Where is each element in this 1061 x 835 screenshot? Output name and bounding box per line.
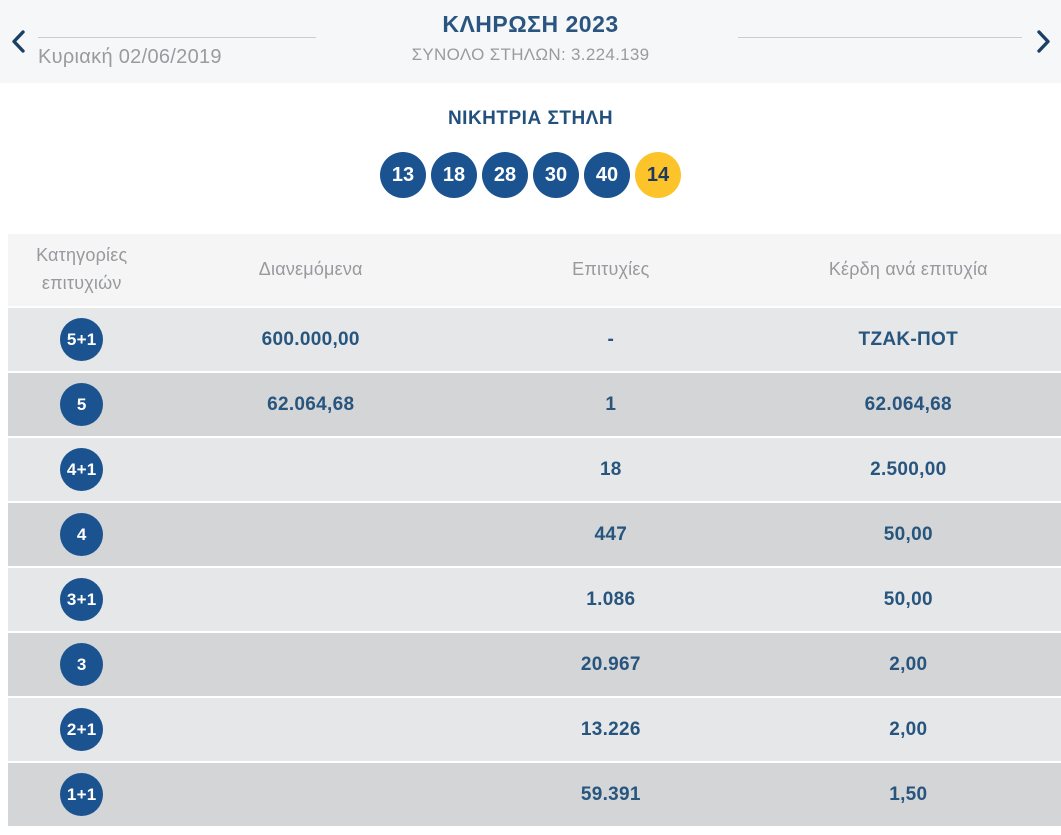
category-badge: 5 [60, 383, 104, 426]
winners-cell: 447 [466, 503, 756, 566]
joker-number-ball: 14 [635, 152, 681, 198]
next-draw-button[interactable] [1030, 27, 1056, 55]
category-badge: 4 [60, 513, 104, 556]
category-badge: 2+1 [60, 708, 104, 751]
winners-cell: 13.226 [466, 698, 756, 761]
winners-cell: 1 [466, 373, 756, 436]
winning-column-title: ΝΙΚΗΤΡΙΑ ΣΤΗΛΗ [447, 108, 614, 129]
chevron-left-icon [11, 29, 25, 53]
prize-cell: 2.500,00 [755, 438, 1061, 501]
prize-cell: ΤΖΑΚ-ΠΟΤ [755, 308, 1061, 371]
distributed-cell: 62.064,68 [155, 373, 467, 436]
category-cell: 2+1 [8, 698, 156, 761]
winning-column-section: ΝΙΚΗΤΡΙΑ ΣΤΗΛΗ 13 18 28 30 40 14 [0, 108, 1061, 198]
category-cell: 3 [8, 633, 156, 696]
winners-cell: 1.086 [466, 568, 756, 631]
table-row: 4+1 18 2.500,00 [8, 438, 1061, 501]
category-cell: 3+1 [8, 568, 156, 631]
draw-header: Κυριακή 02/06/2019 ΚΛΗΡΩΣΗ 2023 ΣΥΝΟΛΟ Σ… [0, 0, 1061, 83]
winning-numbers: 13 18 28 30 40 14 [0, 152, 1061, 198]
draw-title: ΚΛΗΡΩΣΗ 2023 [442, 11, 619, 37]
category-cell: 4+1 [8, 438, 156, 501]
column-header-prize: Κέρδη ανά επιτυχία [755, 234, 1061, 306]
winning-number-ball: 40 [584, 152, 630, 198]
category-cell: 5 [8, 373, 156, 436]
category-badge: 1+1 [60, 773, 104, 816]
winners-cell: 59.391 [466, 763, 756, 826]
column-header-winners: Επιτυχίες [466, 234, 756, 306]
distributed-cell [155, 438, 467, 501]
table-row: 1+1 59.391 1,50 [8, 763, 1061, 826]
table-row: 5+1 600.000,00 - ΤΖΑΚ-ΠΟΤ [8, 308, 1061, 371]
draw-total-columns: ΣΥΝΟΛΟ ΣΤΗΛΩΝ: 3.224.139 [411, 45, 650, 64]
prize-cell: 50,00 [755, 568, 1061, 631]
prize-cell: 50,00 [755, 503, 1061, 566]
distributed-cell [155, 568, 467, 631]
distributed-cell: 600.000,00 [155, 308, 467, 371]
winning-number-ball: 13 [380, 152, 426, 198]
category-cell: 5+1 [8, 308, 156, 371]
distributed-cell [155, 633, 467, 696]
table-row: 4 447 50,00 [8, 503, 1061, 566]
next-draw-divider [738, 37, 1022, 38]
category-badge: 5+1 [60, 318, 104, 361]
category-cell: 4 [8, 503, 156, 566]
results-table-header-row: Κατηγορίες επιτυχιών Διανεμόμενα Επιτυχί… [8, 234, 1061, 306]
winning-number-ball: 30 [533, 152, 579, 198]
category-badge: 3 [60, 643, 104, 686]
prize-cell: 1,50 [755, 763, 1061, 826]
table-row: 5 62.064,68 1 62.064,68 [8, 373, 1061, 436]
winners-cell: 18 [466, 438, 756, 501]
distributed-cell [155, 763, 467, 826]
chevron-right-icon [1036, 29, 1050, 53]
prize-cell: 62.064,68 [755, 373, 1061, 436]
category-badge: 4+1 [60, 448, 104, 491]
table-row: 3 20.967 2,00 [8, 633, 1061, 696]
column-header-categories: Κατηγορίες επιτυχιών [8, 234, 156, 306]
table-row: 3+1 1.086 50,00 [8, 568, 1061, 631]
table-row: 2+1 13.226 2,00 [8, 698, 1061, 761]
winning-number-ball: 28 [482, 152, 528, 198]
draw-header-center: ΚΛΗΡΩΣΗ 2023 ΣΥΝΟΛΟ ΣΤΗΛΩΝ: 3.224.139 [250, 11, 811, 65]
prev-draw-button[interactable] [5, 27, 31, 55]
page: Κυριακή 02/06/2019 ΚΛΗΡΩΣΗ 2023 ΣΥΝΟΛΟ Σ… [0, 0, 1061, 835]
prize-cell: 2,00 [755, 633, 1061, 696]
results-table: Κατηγορίες επιτυχιών Διανεμόμενα Επιτυχί… [8, 232, 1061, 828]
winners-cell: 20.967 [466, 633, 756, 696]
prize-cell: 2,00 [755, 698, 1061, 761]
category-badge: 3+1 [60, 578, 104, 621]
winners-cell: - [466, 308, 756, 371]
distributed-cell [155, 503, 467, 566]
column-header-distributed: Διανεμόμενα [155, 234, 467, 306]
winning-number-ball: 18 [431, 152, 477, 198]
category-cell: 1+1 [8, 763, 156, 826]
distributed-cell [155, 698, 467, 761]
